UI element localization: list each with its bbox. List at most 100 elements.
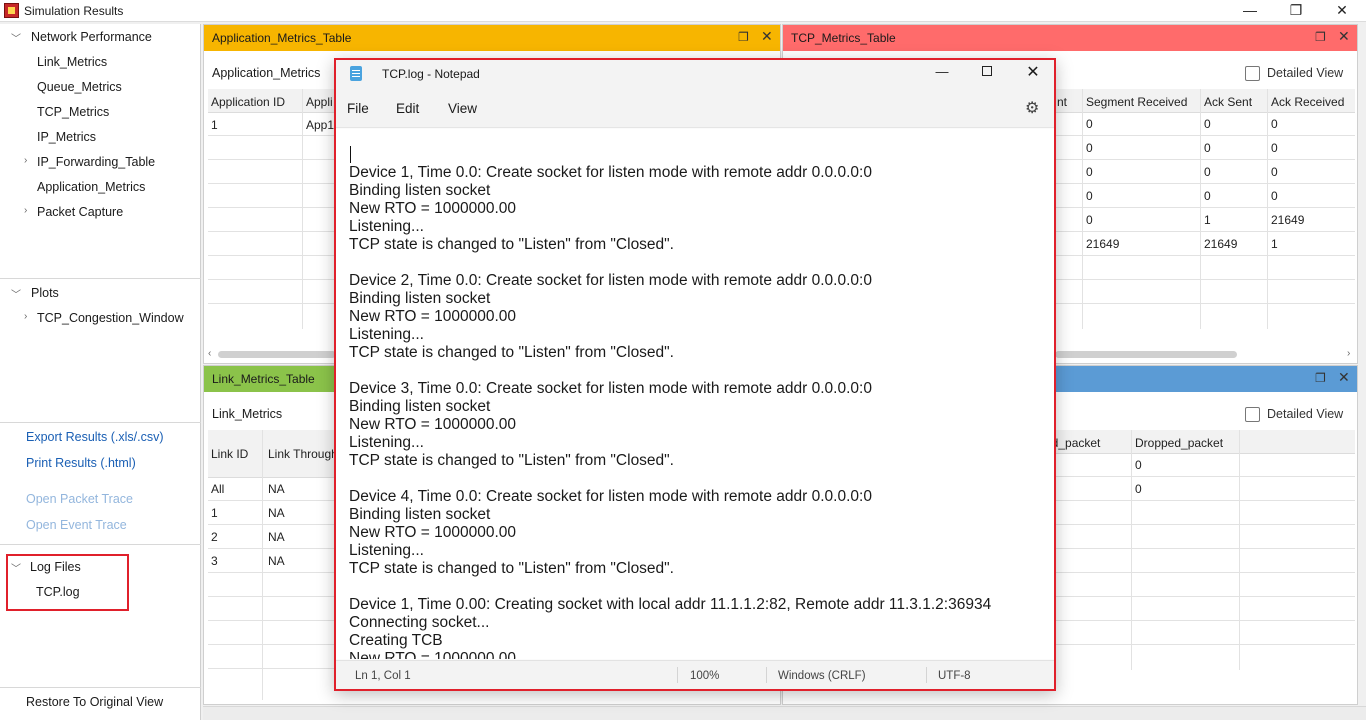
tree-item-tcp-log[interactable]: TCP.log	[36, 585, 80, 599]
divider	[208, 159, 338, 160]
column-header[interactable]: Application ID	[211, 95, 285, 109]
restore-original-view-button[interactable]: Restore To Original View	[26, 695, 163, 709]
table-cell: 0	[1204, 141, 1211, 155]
chevron-down-icon[interactable]: ﹀	[11, 30, 21, 45]
log-line: Binding listen socket	[349, 506, 491, 523]
detailed-view-checkbox[interactable]	[1245, 407, 1260, 422]
open-packet-trace-link[interactable]: Open Packet Trace	[26, 492, 133, 506]
table-cell: 1	[211, 506, 218, 520]
table-cell: 0	[1086, 189, 1093, 203]
minimize-button[interactable]: —	[1227, 0, 1273, 22]
tree-item-application-metrics[interactable]: Application_Metrics	[37, 180, 145, 194]
chevron-down-icon[interactable]: ﹀	[11, 286, 21, 301]
cursor-position: Ln 1, Col 1	[355, 670, 411, 682]
column-header[interactable]: Appli	[306, 95, 333, 109]
settings-gear-icon[interactable]: ⚙	[1025, 98, 1039, 118]
column-header[interactable]: Ack Received	[1271, 95, 1344, 109]
tree-item-ip-metrics[interactable]: IP_Metrics	[37, 130, 96, 144]
log-line: Device 3, Time 0.0: Create socket for li…	[349, 380, 872, 397]
tree-item-ip-forwarding-table[interactable]: IP_Forwarding_Table	[37, 155, 155, 169]
chevron-right-icon[interactable]: ›	[24, 155, 27, 166]
tree-log-files[interactable]: Log Files	[30, 560, 81, 574]
divider	[1043, 620, 1355, 621]
divider	[208, 500, 338, 501]
column-header[interactable]: Link Through	[268, 447, 338, 461]
column-header[interactable]: Dropped_packet	[1135, 436, 1223, 450]
float-icon[interactable]: ❐	[1315, 30, 1326, 44]
divider	[262, 430, 263, 700]
chevron-down-icon[interactable]: ﹀	[11, 560, 21, 575]
tree-network-performance[interactable]: Network Performance	[31, 30, 152, 44]
table-cell: 21649	[1086, 237, 1120, 251]
column-header[interactable]: Segment Received	[1086, 95, 1187, 109]
menu-file[interactable]: File	[347, 101, 369, 116]
column-header[interactable]: nt	[1057, 95, 1067, 109]
scroll-left-icon[interactable]: ‹	[208, 348, 211, 359]
menu-view[interactable]: View	[448, 101, 477, 116]
menu-edit[interactable]: Edit	[396, 101, 419, 116]
divider	[208, 303, 338, 304]
table-cell: App1	[306, 118, 335, 132]
chevron-right-icon[interactable]: ›	[24, 205, 27, 216]
maximize-button[interactable]	[977, 64, 997, 79]
log-line: Listening...	[349, 542, 424, 559]
tree-item-packet-capture[interactable]: Packet Capture	[37, 205, 123, 219]
table-cell: 0	[1135, 482, 1142, 496]
log-line: Listening...	[349, 218, 424, 235]
horizontal-scrollbar[interactable]	[218, 351, 336, 358]
table-cell: NA	[268, 482, 285, 496]
notepad-status-bar: Ln 1, Col 1 100% Windows (CRLF) UTF-8	[336, 660, 1054, 689]
notepad-menu-bar: File Edit View ⚙	[336, 88, 1054, 128]
open-event-trace-link[interactable]: Open Event Trace	[26, 518, 127, 532]
close-button[interactable]: ✕	[1319, 0, 1365, 22]
detailed-view-checkbox[interactable]	[1245, 66, 1260, 81]
close-icon[interactable]: ✕	[761, 28, 773, 45]
app-logo-icon	[4, 3, 19, 18]
notepad-text-area[interactable]: Device 1, Time 0.0: Create socket for li…	[336, 129, 1054, 659]
restore-button[interactable]: ❐	[1273, 0, 1319, 22]
column-header[interactable]: Ack Sent	[1204, 95, 1252, 109]
log-line: Device 4, Time 0.0: Create socket for li…	[349, 488, 872, 505]
table-cell: 0	[1204, 165, 1211, 179]
tab-tcp-metrics-table[interactable]: TCP_Metrics_Table	[791, 31, 896, 45]
divider	[302, 89, 303, 329]
divider	[1055, 279, 1355, 280]
table-cell: 0	[1271, 189, 1278, 203]
scroll-right-icon[interactable]: ›	[1347, 348, 1350, 359]
divider	[208, 255, 338, 256]
tree-item-tcp-congestion-window[interactable]: TCP_Congestion_Window	[37, 311, 184, 325]
print-results-link[interactable]: Print Results (.html)	[26, 456, 136, 470]
table-cell: 0	[1086, 165, 1093, 179]
table-cell: 0	[1086, 141, 1093, 155]
tree-item-link-metrics[interactable]: Link_Metrics	[37, 55, 107, 69]
tree-plots[interactable]: Plots	[31, 286, 59, 300]
divider	[0, 687, 201, 688]
divider	[1200, 89, 1201, 329]
close-button[interactable]: ✕	[1023, 62, 1043, 82]
panel-header: TCP_Metrics_Table ❐ ✕	[783, 25, 1357, 51]
float-icon[interactable]: ❐	[1315, 371, 1326, 385]
close-icon[interactable]: ✕	[1338, 369, 1350, 386]
export-results-link[interactable]: Export Results (.xls/.csv)	[26, 430, 164, 444]
log-line: TCP state is changed to "Listen" from "C…	[349, 452, 674, 469]
column-header[interactable]: Link ID	[211, 447, 248, 461]
table-cell: 0	[1271, 165, 1278, 179]
divider	[1055, 207, 1355, 208]
table-cell: 0	[1135, 458, 1142, 472]
float-icon[interactable]: ❐	[738, 30, 749, 44]
table-cell: NA	[268, 530, 285, 544]
tree-item-tcp-metrics[interactable]: TCP_Metrics	[37, 105, 109, 119]
tab-application-metrics-table[interactable]: Application_Metrics_Table	[212, 31, 351, 45]
panel-subtitle: Link_Metrics	[212, 407, 283, 421]
horizontal-scrollbar[interactable]	[1055, 351, 1237, 358]
status-strip	[203, 706, 1366, 720]
minimize-button[interactable]: —	[932, 64, 952, 79]
chevron-right-icon[interactable]: ›	[24, 311, 27, 322]
divider	[1055, 231, 1355, 232]
close-icon[interactable]: ✕	[1338, 28, 1350, 45]
log-line: Listening...	[349, 434, 424, 451]
tab-link-metrics-table[interactable]: Link_Metrics_Table	[212, 372, 315, 386]
tree-item-queue-metrics[interactable]: Queue_Metrics	[37, 80, 122, 94]
app-title-bar: Simulation Results — ❐ ✕	[0, 0, 1366, 22]
divider	[766, 667, 767, 683]
